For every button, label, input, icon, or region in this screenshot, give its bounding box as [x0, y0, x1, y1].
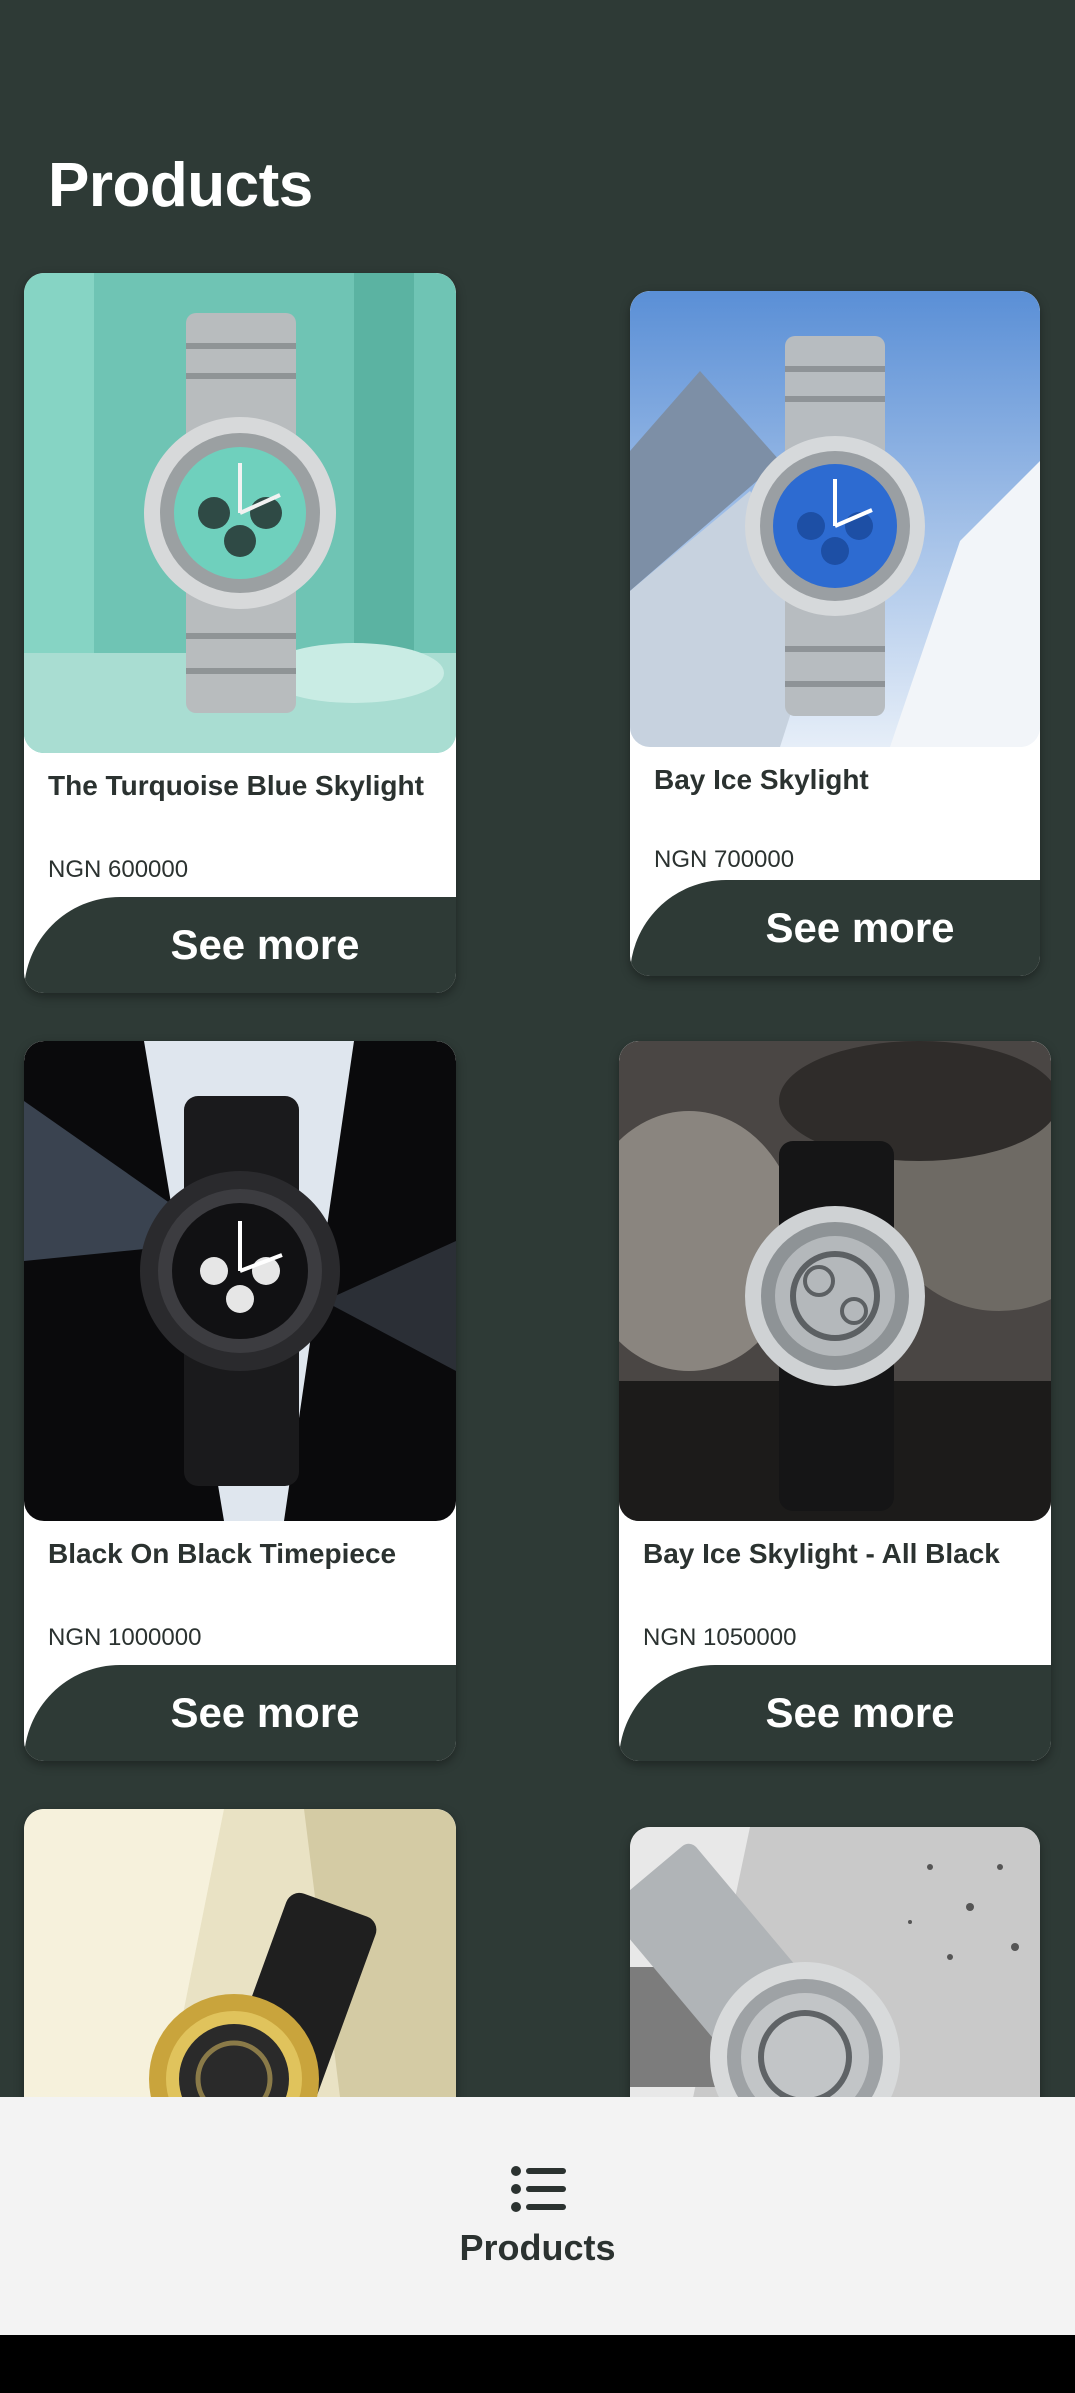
see-more-button[interactable]: See more — [24, 897, 456, 993]
product-price: NGN 1000000 — [48, 1624, 202, 1651]
nav-label: Products — [459, 2227, 616, 2268]
product-name: The Turquoise Blue Skylight — [48, 770, 424, 801]
product-image[interactable] — [630, 291, 1040, 747]
see-more-button[interactable]: See more — [24, 1665, 456, 1761]
see-more-button[interactable]: See more — [619, 1665, 1051, 1761]
product-card[interactable]: Bay Ice Skylight - All Black NGN 1050000… — [619, 1041, 1051, 1761]
product-image[interactable] — [24, 1041, 456, 1521]
list-icon — [510, 2166, 566, 2212]
product-name: Black On Black Timepiece — [48, 1538, 397, 1569]
see-more-button[interactable]: See more — [630, 880, 1040, 976]
product-price: NGN 1050000 — [643, 1624, 797, 1651]
product-card[interactable]: The Turquoise Blue Skylight NGN 600000 S… — [24, 273, 456, 993]
product-name: Bay Ice Skylight - All Black — [643, 1538, 1000, 1569]
page-title: Products — [48, 151, 313, 220]
product-price: NGN 600000 — [48, 856, 189, 883]
product-price: NGN 700000 — [654, 846, 795, 873]
product-card[interactable]: Bay Ice Skylight NGN 700000 See more — [630, 291, 1040, 976]
bottom-navigation: Products — [0, 2097, 1075, 2335]
product-image[interactable] — [24, 273, 456, 753]
nav-item-products[interactable]: Products — [0, 2097, 1075, 2335]
product-card[interactable]: Black On Black Timepiece NGN 1000000 See… — [24, 1041, 456, 1761]
product-name: Bay Ice Skylight — [654, 764, 869, 795]
system-navigation-bar — [0, 2335, 1075, 2393]
product-image[interactable] — [619, 1041, 1051, 1521]
